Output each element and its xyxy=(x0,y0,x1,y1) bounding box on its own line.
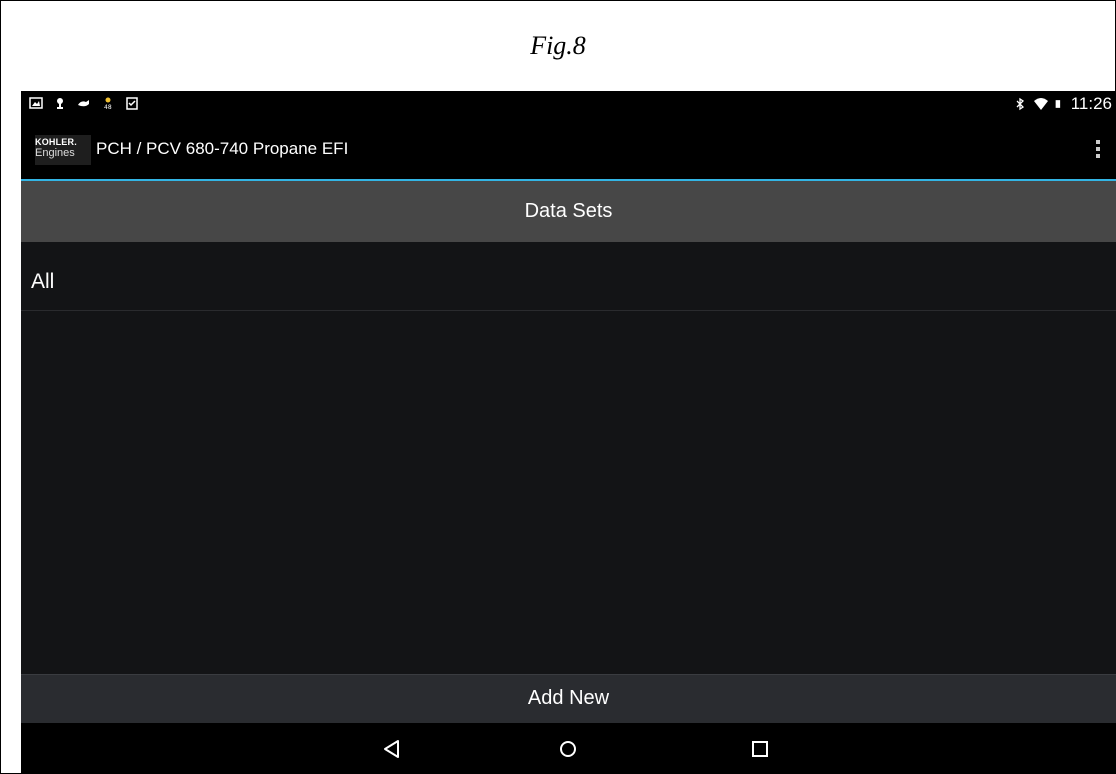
android-debug-icon xyxy=(57,98,63,109)
clipboard-check-icon xyxy=(126,97,138,110)
notification-area: 48 xyxy=(29,96,139,110)
list-item[interactable]: All xyxy=(21,242,1116,311)
svg-text:48: 48 xyxy=(104,104,112,110)
data-sets-list: All xyxy=(21,242,1116,674)
figure-caption: Fig.8 xyxy=(530,31,586,60)
wifi-icon xyxy=(1033,98,1048,110)
image-icon xyxy=(29,97,43,109)
weather-icon: 48 xyxy=(104,97,112,110)
app-title: PCH / PCV 680-740 Propane EFI xyxy=(96,139,349,158)
logo-wordmark: KOHLER. xyxy=(35,137,77,147)
device-screen: 48 11:26 KOHLER. Engines PCH / PCV 680-7… xyxy=(21,91,1116,774)
whale-icon xyxy=(78,100,89,107)
navigation-bar xyxy=(21,723,1116,774)
battery-icon xyxy=(1055,100,1060,108)
clock: 11:26 xyxy=(1070,94,1112,113)
kohler-logo: KOHLER. Engines xyxy=(35,135,91,165)
bluetooth-icon xyxy=(1016,97,1024,111)
logo-subtitle: Engines xyxy=(35,147,75,159)
overflow-dot xyxy=(1096,147,1100,151)
status-bar: 48 11:26 xyxy=(21,91,1116,119)
figure-frame: Fig.8 48 11:26 KOHLER. Engines PCH / PCV… xyxy=(0,0,1116,774)
overflow-dot xyxy=(1096,140,1100,144)
overflow-dot xyxy=(1096,154,1100,158)
system-tray: 11:26 xyxy=(1013,94,1112,114)
back-icon[interactable] xyxy=(380,737,404,761)
overflow-menu-button[interactable] xyxy=(1090,137,1106,163)
recents-icon[interactable] xyxy=(748,737,772,761)
add-new-button[interactable]: Add New xyxy=(21,674,1116,723)
home-icon[interactable] xyxy=(556,737,580,761)
section-header: Data Sets xyxy=(21,181,1116,242)
action-bar: KOHLER. Engines PCH / PCV 680-740 Propan… xyxy=(21,119,1116,181)
